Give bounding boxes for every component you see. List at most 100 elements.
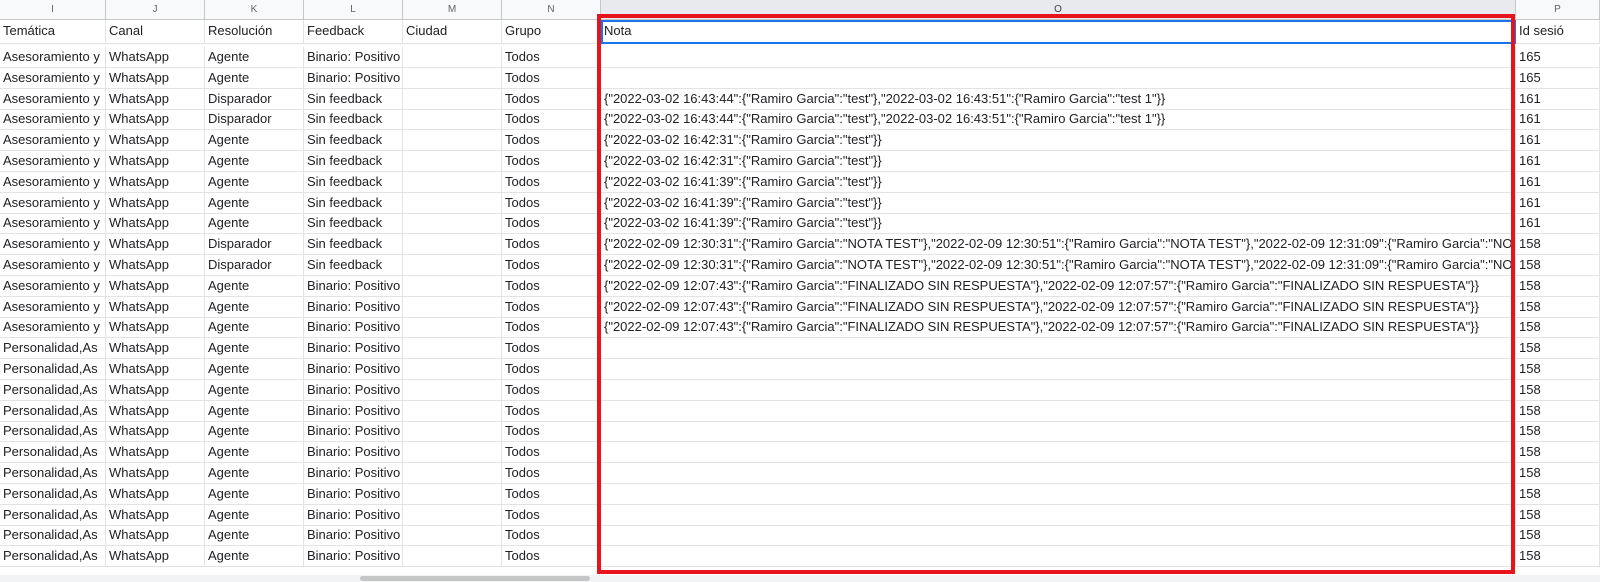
cell-tematica[interactable]: Personalidad,As: [0, 546, 106, 568]
cell-nota[interactable]: {"2022-03-02 16:43:44":{"Ramiro Garcia":…: [601, 88, 1516, 110]
cell-nota[interactable]: [601, 400, 1516, 422]
cell-feedback[interactable]: Sin feedback: [304, 255, 403, 276]
column-letter-j[interactable]: J: [106, 0, 205, 20]
cell-ciudad[interactable]: [403, 109, 502, 131]
cell-id[interactable]: 158: [1516, 546, 1600, 568]
cell-feedback[interactable]: Binario: Positivo: [304, 275, 403, 297]
cell-ciudad[interactable]: [403, 504, 502, 526]
cell-tematica[interactable]: Asesoramiento y: [0, 151, 106, 172]
cell-canal[interactable]: WhatsApp: [106, 234, 205, 256]
cell-tematica[interactable]: Personalidad,As: [0, 463, 106, 484]
cell-feedback[interactable]: Binario: Positivo: [304, 296, 403, 318]
cell-feedback[interactable]: Binario: Positivo: [304, 421, 403, 443]
cell-nota[interactable]: [601, 546, 1516, 568]
cell-grupo[interactable]: Todos: [502, 483, 601, 505]
cell-tematica[interactable]: Asesoramiento y: [0, 255, 106, 276]
cell-resolucion[interactable]: Agente: [205, 47, 304, 68]
cell-grupo[interactable]: Todos: [502, 88, 601, 110]
cell-feedback[interactable]: Sin feedback: [304, 171, 403, 193]
cell-id[interactable]: 158: [1516, 463, 1600, 484]
cell-id[interactable]: 161: [1516, 151, 1600, 172]
cell-nota[interactable]: [601, 67, 1516, 89]
cell-canal[interactable]: WhatsApp: [106, 317, 205, 339]
cell-ciudad[interactable]: [403, 88, 502, 110]
cell-grupo[interactable]: Todos: [502, 317, 601, 339]
cell-feedback[interactable]: Binario: Positivo: [304, 546, 403, 568]
cell-resolucion[interactable]: Agente: [205, 338, 304, 360]
cell-resolucion[interactable]: Disparador: [205, 255, 304, 276]
header-feedback[interactable]: Feedback: [304, 20, 403, 44]
cell-ciudad[interactable]: [403, 67, 502, 89]
cell-canal[interactable]: WhatsApp: [106, 338, 205, 360]
cell-id[interactable]: 158: [1516, 359, 1600, 380]
cell-canal[interactable]: WhatsApp: [106, 379, 205, 401]
cell-grupo[interactable]: Todos: [502, 192, 601, 214]
column-letter-o[interactable]: O: [601, 0, 1516, 20]
cell-feedback[interactable]: Binario: Positivo: [304, 379, 403, 401]
column-letter-m[interactable]: M: [403, 0, 502, 20]
cell-resolucion[interactable]: Agente: [205, 171, 304, 193]
cell-feedback[interactable]: Binario: Positivo: [304, 463, 403, 484]
header-canal[interactable]: Canal: [106, 20, 205, 44]
cell-grupo[interactable]: Todos: [502, 255, 601, 276]
cell-id[interactable]: 158: [1516, 296, 1600, 318]
cell-ciudad[interactable]: [403, 151, 502, 172]
cell-tematica[interactable]: Personalidad,As: [0, 400, 106, 422]
cell-grupo[interactable]: Todos: [502, 67, 601, 89]
cell-ciudad[interactable]: [403, 47, 502, 68]
cell-canal[interactable]: WhatsApp: [106, 213, 205, 235]
cell-resolucion[interactable]: Agente: [205, 504, 304, 526]
cell-id[interactable]: 158: [1516, 421, 1600, 443]
horizontal-scrollbar[interactable]: [0, 575, 1600, 582]
cell-canal[interactable]: WhatsApp: [106, 192, 205, 214]
cell-id[interactable]: 161: [1516, 192, 1600, 214]
cell-tematica[interactable]: Asesoramiento y: [0, 109, 106, 131]
cell-feedback[interactable]: Sin feedback: [304, 151, 403, 172]
cell-grupo[interactable]: Todos: [502, 546, 601, 568]
cell-ciudad[interactable]: [403, 234, 502, 256]
cell-nota[interactable]: [601, 483, 1516, 505]
cell-resolucion[interactable]: Agente: [205, 296, 304, 318]
cell-resolucion[interactable]: Agente: [205, 483, 304, 505]
cell-feedback[interactable]: Binario: Positivo: [304, 400, 403, 422]
cell-canal[interactable]: WhatsApp: [106, 88, 205, 110]
cell-tematica[interactable]: Personalidad,As: [0, 338, 106, 360]
cell-feedback[interactable]: Binario: Positivo: [304, 47, 403, 68]
cell-canal[interactable]: WhatsApp: [106, 546, 205, 568]
cell-tematica[interactable]: Asesoramiento y: [0, 130, 106, 152]
cell-nota[interactable]: [601, 379, 1516, 401]
cell-nota[interactable]: {"2022-03-02 16:41:39":{"Ramiro Garcia":…: [601, 213, 1516, 235]
cell-nota[interactable]: [601, 47, 1516, 68]
cell-ciudad[interactable]: [403, 359, 502, 380]
cell-canal[interactable]: WhatsApp: [106, 275, 205, 297]
cell-canal[interactable]: WhatsApp: [106, 255, 205, 276]
cell-grupo[interactable]: Todos: [502, 421, 601, 443]
cell-id[interactable]: 161: [1516, 88, 1600, 110]
column-letter-l[interactable]: L: [304, 0, 403, 20]
cell-tematica[interactable]: Asesoramiento y: [0, 317, 106, 339]
cell-ciudad[interactable]: [403, 275, 502, 297]
cell-nota[interactable]: [601, 359, 1516, 380]
cell-resolucion[interactable]: Agente: [205, 151, 304, 172]
cell-grupo[interactable]: Todos: [502, 151, 601, 172]
cell-canal[interactable]: WhatsApp: [106, 296, 205, 318]
cell-tematica[interactable]: Asesoramiento y: [0, 88, 106, 110]
cell-id[interactable]: 161: [1516, 171, 1600, 193]
header-grupo[interactable]: Grupo: [502, 20, 601, 44]
cell-canal[interactable]: WhatsApp: [106, 67, 205, 89]
cell-grupo[interactable]: Todos: [502, 275, 601, 297]
cell-grupo[interactable]: Todos: [502, 379, 601, 401]
cell-id[interactable]: 158: [1516, 525, 1600, 547]
cell-nota[interactable]: [601, 338, 1516, 360]
column-letter-n[interactable]: N: [502, 0, 601, 20]
cell-id[interactable]: 158: [1516, 442, 1600, 464]
cell-resolucion[interactable]: Agente: [205, 463, 304, 484]
cell-resolucion[interactable]: Disparador: [205, 88, 304, 110]
cell-ciudad[interactable]: [403, 442, 502, 464]
cell-feedback[interactable]: Sin feedback: [304, 213, 403, 235]
cell-tematica[interactable]: Personalidad,As: [0, 525, 106, 547]
cell-tematica[interactable]: Personalidad,As: [0, 421, 106, 443]
cell-resolucion[interactable]: Agente: [205, 442, 304, 464]
cell-ciudad[interactable]: [403, 379, 502, 401]
cell-resolucion[interactable]: Agente: [205, 275, 304, 297]
